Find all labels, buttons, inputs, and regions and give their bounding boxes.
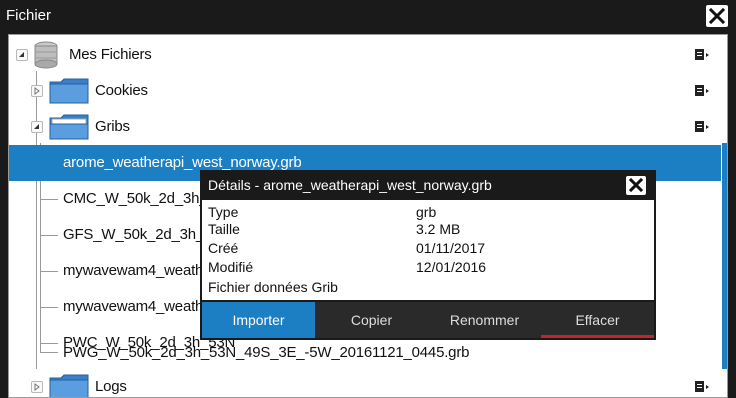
file-name: mywavewam4_weather [63, 298, 217, 315]
delete-button-label: Effacer [575, 312, 620, 328]
tree-row-root[interactable]: Mes Fichiers [9, 37, 721, 73]
tree-branch [40, 307, 58, 308]
tree-row-logs[interactable]: Logs [9, 369, 721, 397]
details-dialog: Détails - arome_weatherapi_west_norway.g… [200, 170, 656, 340]
folder-open-icon [49, 114, 89, 140]
import-button[interactable]: Importer [202, 302, 315, 338]
row-menu-icon[interactable] [695, 85, 709, 97]
detail-key-type: Type [208, 204, 239, 220]
tree-branch [40, 271, 58, 272]
row-menu-icon[interactable] [695, 121, 709, 133]
detail-value-size: 3.2 MB [416, 221, 461, 237]
row-menu-icon[interactable] [695, 381, 709, 393]
detail-key-created: Créé [208, 240, 239, 256]
rename-button[interactable]: Renommer [428, 302, 541, 338]
expand-toggle[interactable] [31, 85, 43, 97]
collapse-toggle[interactable] [16, 49, 28, 61]
folder-icon [49, 374, 89, 397]
triangle-down-icon [19, 52, 24, 57]
delete-underline [541, 335, 654, 338]
close-icon [628, 177, 644, 193]
window-title: Fichier [6, 7, 52, 24]
detail-value-created: 01/11/2017 [416, 240, 486, 256]
delete-button[interactable]: Effacer [541, 302, 654, 338]
details-body: Type grb Taille 3.2 MB Créé 01/11/2017 M… [202, 200, 654, 300]
details-close-button[interactable] [626, 176, 646, 195]
detail-key-modified: Modifié [208, 259, 254, 275]
close-button[interactable] [706, 5, 728, 27]
file-name: PWG_W_50k_2d_3h_53N_49S_3E_-5W_20161121_… [63, 344, 470, 361]
tree-label-gribs: Gribs [95, 118, 130, 135]
collapse-toggle[interactable] [31, 121, 43, 133]
scrollbar-thumb[interactable] [722, 143, 727, 369]
triangle-down-icon [34, 124, 39, 129]
expand-toggle[interactable] [31, 381, 43, 393]
copy-button[interactable]: Copier [315, 302, 428, 338]
file-name: arome_weatherapi_west_norway.grb [63, 154, 302, 171]
details-title: Détails - arome_weatherapi_west_norway.g… [208, 177, 492, 193]
detail-file-kind: Fichier données Grib [208, 279, 338, 295]
folder-icon [49, 78, 89, 104]
details-button-bar: Importer Copier Renommer Effacer [202, 302, 654, 338]
detail-value-modified: 12/01/2016 [416, 259, 487, 275]
file-manager-window: Fichier Mes Fichiers Cookies Gribs arome… [0, 0, 736, 398]
tree-label-root: Mes Fichiers [69, 46, 152, 63]
row-menu-icon[interactable] [695, 49, 709, 61]
close-icon [708, 7, 726, 25]
title-bar: Fichier [0, 0, 736, 32]
tree-row-cookies[interactable]: Cookies [9, 73, 721, 109]
triangle-right-icon [34, 383, 40, 391]
tree-branch [40, 235, 58, 236]
triangle-right-icon [34, 87, 40, 95]
detail-key-size: Taille [208, 221, 240, 237]
tree-branch [40, 352, 58, 353]
file-name: mywavewam4_weather [63, 262, 217, 279]
detail-value-type: grb [416, 204, 437, 220]
tree-row-gribs[interactable]: Gribs [9, 109, 721, 145]
tree-branch [40, 199, 58, 200]
tree-label-cookies: Cookies [95, 82, 148, 99]
tree-label-logs: Logs [95, 378, 127, 395]
storage-icon [34, 41, 58, 69]
